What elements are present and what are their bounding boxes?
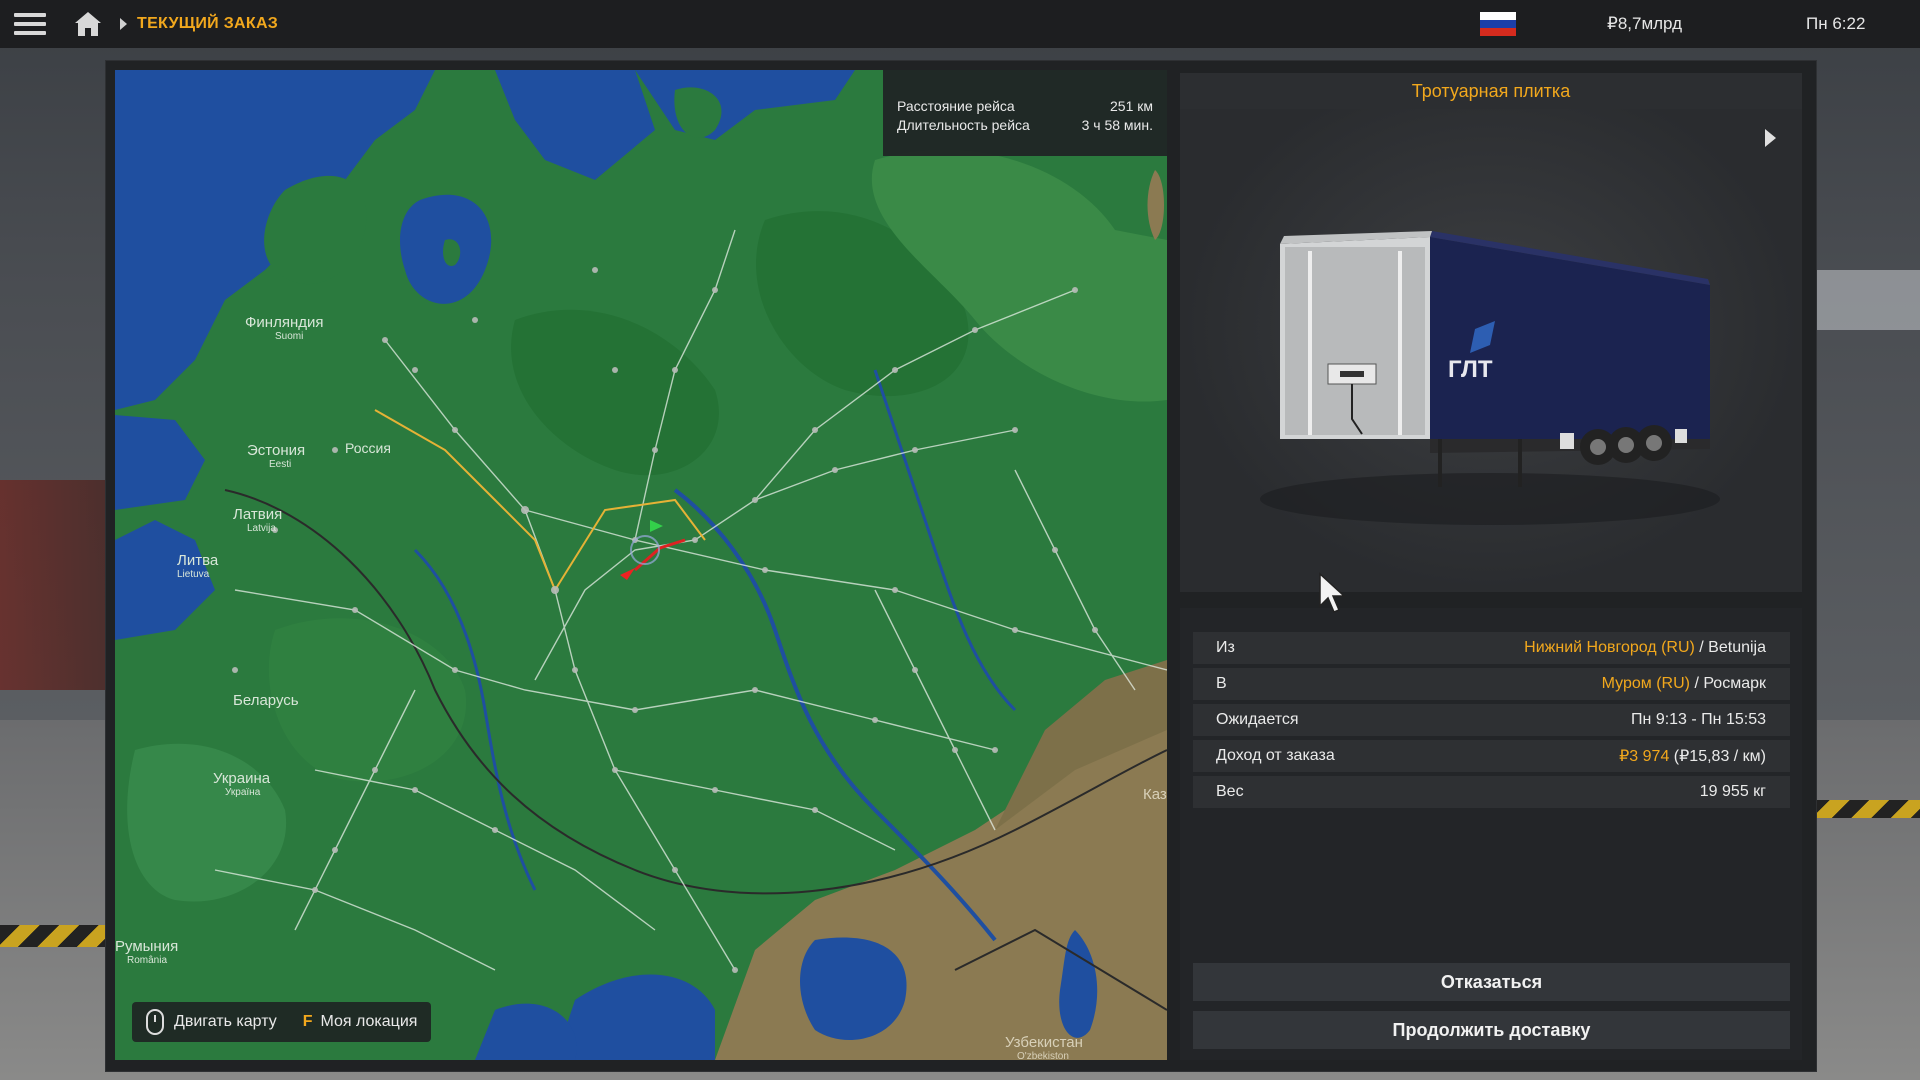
route-map[interactable]: Финляндия Suomi Эстония Eesti Латвия Lat… bbox=[115, 70, 1167, 1060]
my-location-key: F bbox=[302, 1013, 313, 1030]
breadcrumb-current-job[interactable]: ТЕКУЩИЙ ЗАКАЗ bbox=[137, 15, 278, 33]
map-label-ukraine: Украина Україна bbox=[213, 770, 270, 798]
route-distance-row: Расстояние рейса 251 км bbox=[897, 98, 1153, 114]
uzbekistan-local-label: O'zbekiston bbox=[1017, 1051, 1069, 1060]
ukraine-local-label: Україна bbox=[225, 787, 261, 798]
detail-row-expected: Ожидается Пн 9:13 - Пн 15:53 bbox=[1193, 704, 1790, 736]
decline-button[interactable]: Отказаться bbox=[1193, 963, 1790, 1001]
from-value: Нижний Новгород (RU) / Betunija bbox=[1524, 639, 1766, 657]
map-label-finland: Финляндия Suomi bbox=[245, 314, 323, 342]
map-label-uzbekistan: Узбекистан O'zbekiston bbox=[1005, 1034, 1083, 1060]
ukraine-label: Украина bbox=[213, 770, 271, 787]
map-label-belarus: Беларусь bbox=[233, 692, 299, 709]
game-clock: Пн 6:22 bbox=[1806, 14, 1866, 33]
uzbekistan-label: Узбекистан bbox=[1005, 1034, 1083, 1051]
route-duration-value: 3 ч 58 мин. bbox=[1081, 117, 1153, 133]
expected-label: Ожидается bbox=[1216, 711, 1299, 728]
latvia-local-label: Latvija bbox=[247, 523, 276, 534]
romania-label: Румыния bbox=[115, 938, 179, 955]
breadcrumb-chevron-icon bbox=[120, 18, 127, 30]
trailer-preview: ГЛТ bbox=[1180, 109, 1802, 592]
map-controls-hint: Двигать карту F Моя локация bbox=[132, 1002, 432, 1042]
to-label: В bbox=[1216, 675, 1227, 692]
route-distance-label: Расстояние рейса bbox=[897, 98, 1015, 114]
weight-label: Вес bbox=[1216, 783, 1244, 800]
detail-row-weight: Вес 19 955 кг bbox=[1193, 776, 1790, 808]
trailer-logo: ГЛТ bbox=[1448, 356, 1493, 383]
income-amount: ₽3 974 bbox=[1619, 748, 1670, 765]
map-label-romania: Румыния România bbox=[115, 938, 178, 966]
background-hazard-stripe-left bbox=[0, 925, 105, 947]
weight-value: 19 955 кг bbox=[1699, 783, 1766, 800]
mouse-cursor-icon bbox=[1319, 572, 1346, 613]
detail-row-income: Доход от заказа ₽3 974 (₽15,83 / км) bbox=[1193, 740, 1790, 772]
romania-local-label: România bbox=[127, 955, 168, 966]
to-value: Муром (RU) / Росмарк bbox=[1602, 675, 1766, 693]
route-info-box: Расстояние рейса 251 км Длительность рей… bbox=[883, 70, 1167, 156]
flag-stripe-red bbox=[1480, 28, 1516, 36]
estonia-label: Эстония bbox=[247, 442, 306, 459]
map-label-latvia: Латвия Latvija bbox=[233, 506, 282, 534]
map-label-lithuania: Литва Lietuva bbox=[177, 552, 218, 580]
hamburger-menu-icon[interactable] bbox=[14, 11, 46, 37]
map-label-russia: Россия bbox=[345, 440, 391, 456]
lithuania-label: Литва bbox=[177, 552, 219, 569]
continue-delivery-button[interactable]: Продолжить доставку bbox=[1193, 1011, 1790, 1049]
from-company: / Betunija bbox=[1694, 639, 1766, 656]
flag-stripe-white bbox=[1480, 12, 1516, 20]
finland-label: Финляндия bbox=[245, 314, 324, 331]
expected-value: Пн 9:13 - Пн 15:53 bbox=[1631, 711, 1766, 728]
background-red-wall bbox=[0, 480, 110, 690]
map-label-kazakhstan: Каз bbox=[1143, 786, 1167, 803]
my-location-hint[interactable]: Моя локация bbox=[321, 1013, 418, 1031]
lithuania-local-label: Lietuva bbox=[177, 569, 210, 580]
latvia-label: Латвия bbox=[233, 506, 283, 523]
trailer-image: ГЛТ bbox=[1260, 231, 1720, 525]
income-value: ₽3 974 (₽15,83 / км) bbox=[1619, 746, 1766, 766]
to-city[interactable]: Муром (RU) bbox=[1602, 675, 1690, 692]
russia-flag-icon bbox=[1480, 12, 1516, 36]
map-canvas bbox=[115, 70, 1167, 1060]
map-label-estonia: Эстония Eesti bbox=[247, 442, 305, 470]
from-city[interactable]: Нижний Новгород (RU) bbox=[1524, 639, 1695, 656]
flag-stripe-blue bbox=[1480, 20, 1516, 28]
route-duration-label: Длительность рейса bbox=[897, 117, 1030, 133]
cargo-title: Тротуарная плитка bbox=[1180, 73, 1802, 109]
detail-row-from: Из Нижний Новгород (RU) / Betunija bbox=[1193, 632, 1790, 664]
money-balance: ₽8,7млрд bbox=[1607, 14, 1683, 33]
top-bar: ТЕКУЩИЙ ЗАКАЗ ₽8,7млрд Пн 6:22 bbox=[0, 0, 1920, 48]
income-per-km: (₽15,83 / км) bbox=[1669, 748, 1766, 765]
route-distance-value: 251 км bbox=[1110, 98, 1153, 114]
home-icon[interactable] bbox=[74, 11, 102, 37]
move-map-hint[interactable]: Двигать карту bbox=[174, 1013, 277, 1031]
route-duration-row: Длительность рейса 3 ч 58 мин. bbox=[897, 117, 1153, 133]
estonia-local-label: Eesti bbox=[269, 459, 292, 470]
from-label: Из bbox=[1216, 639, 1235, 656]
detail-row-to: В Муром (RU) / Росмарк bbox=[1193, 668, 1790, 700]
background-hazard-stripe-right bbox=[1810, 800, 1920, 818]
mouse-icon bbox=[146, 1009, 164, 1035]
income-label: Доход от заказа bbox=[1216, 747, 1335, 764]
background-window bbox=[1810, 270, 1920, 330]
finland-local-label: Suomi bbox=[275, 331, 304, 342]
to-company: / Росмарк bbox=[1690, 675, 1766, 692]
next-trailer-arrow-icon[interactable] bbox=[1765, 129, 1776, 147]
